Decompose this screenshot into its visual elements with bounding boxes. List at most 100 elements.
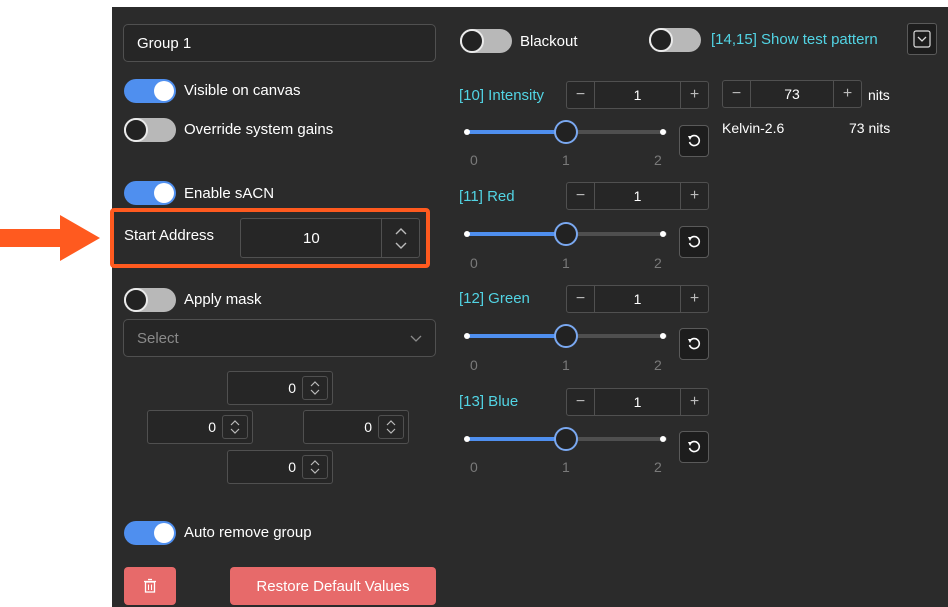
auto-remove-group-label: Auto remove group	[184, 524, 312, 541]
kelvin-label: Kelvin-2.6	[722, 120, 785, 136]
slider-thumb[interactable]	[554, 427, 578, 451]
slider-max-dot	[660, 231, 666, 237]
show-test-pattern-toggle[interactable]	[649, 28, 701, 52]
channel-stepper[interactable]: − 1 +	[566, 81, 709, 109]
reset-button[interactable]	[679, 226, 709, 258]
slider-tick-label: 0	[470, 152, 478, 168]
slider-tick-label: 0	[470, 357, 478, 373]
kelvin-nits-value: 73 nits	[849, 120, 891, 136]
blackout-toggle[interactable]	[460, 29, 512, 53]
enable-sacn-toggle[interactable]	[124, 181, 176, 205]
slider-tick-label: 2	[654, 255, 662, 271]
slider-min-dot	[464, 129, 470, 135]
mask-offset-top-value: 0	[288, 380, 296, 396]
group-name-field[interactable]: Group 1	[123, 24, 436, 62]
mask-offset-top[interactable]: 0	[227, 371, 333, 405]
mask-offset-left-spinner[interactable]	[222, 415, 248, 439]
reset-button[interactable]	[679, 328, 709, 360]
expand-dropdown-button[interactable]	[907, 23, 937, 55]
visible-on-canvas-toggle[interactable]	[124, 79, 176, 103]
pointer-arrow-icon	[0, 215, 100, 261]
nits-value: 73	[784, 86, 800, 102]
slider-max-dot	[660, 333, 666, 339]
slider-fill	[467, 130, 567, 134]
reset-icon	[688, 337, 701, 350]
slider-tick-label: 1	[562, 459, 570, 475]
slider-tick-label: 0	[470, 459, 478, 475]
channel-label: [12] Green	[459, 290, 530, 307]
nits-increment-button[interactable]: +	[833, 81, 861, 107]
increment-button[interactable]: +	[680, 286, 708, 312]
increment-button[interactable]: +	[680, 82, 708, 108]
slider-min-dot	[464, 333, 470, 339]
chevron-down-icon	[410, 335, 422, 342]
channel-value: 1	[633, 394, 642, 410]
nits-unit-label: nits	[868, 87, 890, 103]
channel-label: [13] Blue	[459, 393, 519, 410]
slider-thumb[interactable]	[554, 324, 578, 348]
chevron-up-down-icon	[310, 381, 320, 395]
mask-offset-left-value: 0	[208, 419, 216, 435]
visible-on-canvas-label: Visible on canvas	[184, 82, 301, 99]
nits-decrement-button[interactable]: −	[723, 81, 751, 107]
group-name-value: Group 1	[137, 35, 192, 52]
slider-tick-label: 2	[654, 459, 662, 475]
decrement-button[interactable]: −	[567, 286, 595, 312]
slider-max-dot	[660, 129, 666, 135]
auto-remove-group-toggle[interactable]	[124, 521, 176, 545]
apply-mask-label: Apply mask	[184, 291, 262, 308]
slider-tick-label: 1	[562, 357, 570, 373]
reset-button[interactable]	[679, 431, 709, 463]
chevron-up-down-icon	[386, 420, 396, 434]
channel-stepper[interactable]: − 1 +	[566, 182, 709, 210]
decrement-button[interactable]: −	[567, 183, 595, 209]
channel-stepper[interactable]: − 1 +	[566, 388, 709, 416]
increment-button[interactable]: +	[680, 183, 708, 209]
reset-icon	[688, 134, 701, 147]
mask-offset-bottom-spinner[interactable]	[302, 455, 328, 479]
delete-group-button[interactable]	[124, 567, 176, 605]
channel-label: [10] Intensity	[459, 87, 545, 104]
slider-min-dot	[464, 231, 470, 237]
mask-select-placeholder: Select	[137, 330, 179, 347]
channel-label: [11] Red	[459, 188, 515, 205]
chevron-up-down-icon	[395, 228, 407, 249]
restore-defaults-button[interactable]: Restore Default Values	[230, 567, 436, 605]
start-address-label: Start Address	[124, 227, 215, 244]
slider-tick-label: 2	[654, 357, 662, 373]
trash-icon	[144, 578, 156, 593]
enable-sacn-label: Enable sACN	[184, 185, 275, 202]
mask-offset-left[interactable]: 0	[147, 410, 253, 444]
reset-icon	[688, 235, 701, 248]
mask-offset-top-spinner[interactable]	[302, 376, 328, 400]
blackout-label: Blackout	[520, 33, 578, 50]
decrement-button[interactable]: −	[567, 389, 595, 415]
chevron-up-down-icon	[310, 460, 320, 474]
override-system-gains-label: Override system gains	[184, 121, 334, 138]
show-test-pattern-label: [14,15] Show test pattern	[711, 31, 878, 48]
start-address-spinner[interactable]	[381, 219, 419, 257]
slider-thumb[interactable]	[554, 120, 578, 144]
mask-select[interactable]: Select	[123, 319, 436, 357]
mask-offset-bottom[interactable]: 0	[227, 450, 333, 484]
start-address-value: 10	[303, 230, 320, 247]
increment-button[interactable]: +	[680, 389, 708, 415]
slider-tick-label: 1	[562, 152, 570, 168]
settings-panel: Group 1 Visible on canvas Override syste…	[110, 7, 948, 607]
channel-value: 1	[633, 87, 642, 103]
reset-button[interactable]	[679, 125, 709, 157]
channel-value: 1	[633, 188, 642, 204]
apply-mask-toggle[interactable]	[124, 288, 176, 312]
slider-fill	[467, 334, 567, 338]
mask-offset-right-spinner[interactable]	[378, 415, 404, 439]
channel-stepper[interactable]: − 1 +	[566, 285, 709, 313]
channel-value: 1	[633, 291, 642, 307]
nits-stepper[interactable]: − 73 +	[722, 80, 862, 108]
chevron-up-down-icon	[230, 420, 240, 434]
decrement-button[interactable]: −	[567, 82, 595, 108]
mask-offset-right[interactable]: 0	[303, 410, 409, 444]
slider-fill	[467, 232, 567, 236]
override-system-gains-toggle[interactable]	[124, 118, 176, 142]
slider-thumb[interactable]	[554, 222, 578, 246]
start-address-input[interactable]: 10	[240, 218, 420, 258]
